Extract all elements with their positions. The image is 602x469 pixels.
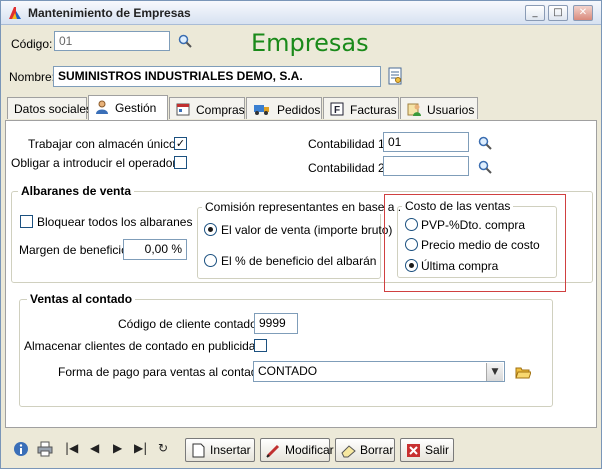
document-icon[interactable] [387,67,403,85]
print-icon[interactable] [37,441,53,457]
codigo-input[interactable]: 01 [54,31,170,51]
maximize-button[interactable]: □ [548,5,568,21]
main-window: Mantenimiento de Empresas _ □ ✕ Código: … [0,0,602,469]
chevron-down-icon[interactable]: ▼ [486,363,503,381]
forma-pago-select[interactable]: CONTADO ▼ [253,361,505,382]
invoice-icon: F [330,102,344,116]
bloquear-label: Bloquear todos los albaranes [37,215,193,229]
tab-gestion[interactable]: Gestión [88,95,168,120]
contabilidad1-input[interactable]: 01 [383,132,469,152]
bloquear-checkbox[interactable] [20,215,33,228]
codigo-label: Código: [11,37,53,51]
person-icon [96,100,108,114]
refresh-icon[interactable]: ↻ [158,441,168,455]
edit-pencil-icon [266,444,280,458]
borrar-button[interactable]: Borrar [335,438,395,462]
last-record-icon[interactable]: ▶| [134,441,147,455]
first-record-icon[interactable]: |◀ [65,441,78,455]
comision-option-valor: El valor de venta (importe bruto) [221,223,393,237]
salir-label: Salir [425,443,450,457]
truck-icon [254,105,269,115]
almacen-checkbox[interactable]: ✓ [174,137,187,150]
nombre-label: Nombre: [9,70,56,84]
forma-pago-value: CONTADO [258,364,318,378]
costo-radio-medio[interactable] [405,238,418,251]
new-document-icon [192,443,205,458]
contabilidad2-label: Contabilidad 2: [308,161,389,175]
cliente-contado-label: Código de cliente contado: [118,317,261,331]
title-bar: Mantenimiento de Empresas _ □ ✕ [1,1,601,25]
insertar-button[interactable]: Insertar [185,438,255,462]
contado-title: Ventas al contado [27,292,136,306]
search-contabilidad1-icon[interactable] [478,136,492,150]
cliente-contado-input[interactable]: 9999 [254,313,298,334]
costo-option-medio: Precio medio de costo [421,238,540,252]
forma-pago-label: Forma de pago para ventas al contado: [58,365,268,379]
comision-radio-valor[interactable] [204,223,217,236]
tab-label: Usuarios [427,103,475,117]
almacenar-checkbox[interactable] [254,339,267,352]
window-title: Mantenimiento de Empresas [28,6,191,20]
modificar-button[interactable]: Modificar [260,438,334,462]
users-icon [407,103,421,116]
tab-label: Datos sociales [14,102,93,116]
folder-icon[interactable] [515,365,531,379]
search-codigo-icon[interactable] [178,34,192,48]
search-contabilidad2-icon[interactable] [478,160,492,174]
tab-label: Compras [196,103,245,117]
contabilidad2-input[interactable] [383,156,469,176]
tab-label: Pedidos [277,103,321,117]
tab-datos-sociales[interactable]: Datos sociales [7,97,92,119]
comision-option-beneficio: El % de beneficio del albarán [221,254,377,268]
page-title: Empresas [251,29,369,57]
salir-button[interactable]: Salir [400,438,454,462]
tab-usuarios[interactable]: Usuarios [400,97,478,119]
tab-pedidos[interactable]: Pedidos [246,97,322,119]
close-button[interactable]: ✕ [573,5,593,21]
costo-title: Costo de las ventas [402,199,514,213]
margen-label: Margen de beneficio: [19,243,132,257]
costo-radio-pvp[interactable] [405,218,418,231]
nombre-input[interactable]: SUMINISTROS INDUSTRIALES DEMO, S.A. [53,66,381,87]
comision-group [197,207,381,279]
svg-text:F: F [334,105,340,116]
tab-compras[interactable]: Compras [169,97,245,119]
next-record-icon[interactable]: ▶ [113,441,122,455]
comision-radio-beneficio[interactable] [204,254,217,267]
operador-checkbox[interactable] [174,156,187,169]
costo-radio-ultima[interactable] [405,259,418,272]
calendar-icon [176,103,190,116]
exit-icon [407,444,420,457]
previous-record-icon[interactable]: ◀ [90,441,99,455]
almacen-label: Trabajar con almacén único: [28,137,179,151]
info-icon[interactable] [13,441,29,457]
costo-option-pvp: PVP-%Dto. compra [421,218,526,232]
tab-label: Gestión [115,101,157,115]
almacenar-label: Almacenar clientes de contado en publici… [24,339,266,353]
costo-option-ultima: Última compra [421,259,499,273]
comision-title: Comisión representantes en base a ... [202,200,411,214]
contabilidad1-label: Contabilidad 1: [308,137,389,151]
tab-facturas[interactable]: F Facturas [323,97,399,119]
modificar-label: Modificar [285,443,334,457]
margen-input[interactable]: 0,00 % [123,239,187,260]
minimize-button[interactable]: _ [525,5,545,21]
operador-label: Obligar a introducir el operador: [11,156,180,170]
app-icon [9,7,21,19]
albaranes-title: Albaranes de venta [18,184,135,198]
borrar-label: Borrar [360,443,394,457]
eraser-icon [341,445,356,458]
insertar-label: Insertar [210,443,251,457]
tab-label: Facturas [350,103,397,117]
